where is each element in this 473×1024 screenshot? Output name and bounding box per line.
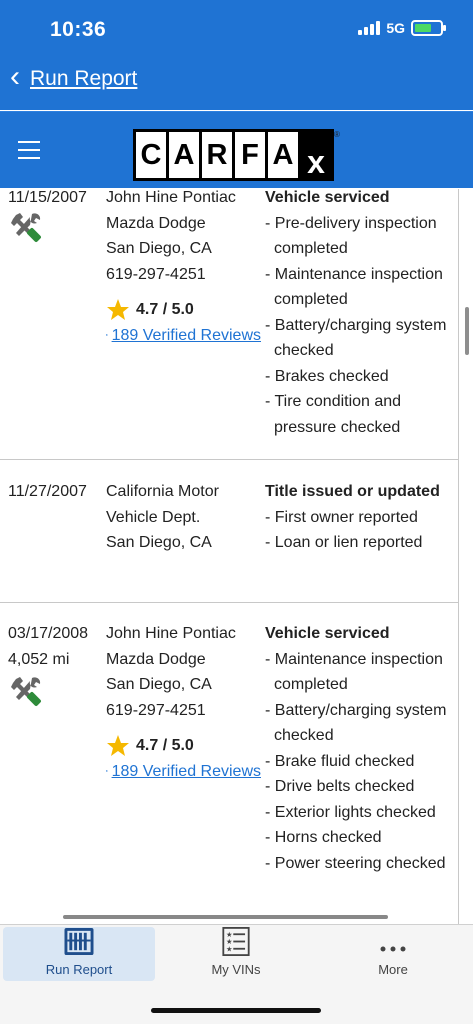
logo-letter: x (301, 132, 331, 178)
mileage: 4,052 mi (8, 650, 70, 668)
comment-item: - Battery/charging system checked (265, 701, 447, 745)
tab-label: Run Report (45, 962, 113, 977)
column-rule (458, 189, 459, 924)
registered-mark: ® (334, 130, 340, 139)
source-line: John Hine Pontiac (106, 625, 236, 642)
rating-value: 4.7 / 5.0 (136, 301, 194, 318)
comment-list: - Maintenance inspection completed - Bat… (265, 647, 455, 877)
source-line: Mazda Dodge (106, 214, 206, 232)
comment-item: - Exterior lights checked (265, 803, 436, 821)
comment-item: - Brake fluid checked (265, 752, 415, 770)
record-divider (0, 602, 458, 603)
comment-item: - Horns checked (265, 829, 382, 846)
tab-my-vins[interactable]: ★ ★ ★ My VINs (160, 927, 312, 981)
rating-value: 4.7 / 5.0 (136, 737, 194, 754)
comment-item: - First owner reported (265, 508, 418, 526)
logo-letter: F (235, 132, 265, 178)
verified-reviews-link[interactable]: 189 Verified Reviews (112, 323, 261, 349)
status-time: 10:36 (50, 18, 107, 41)
logo-letter: A (169, 132, 199, 178)
record-source: California Motor Vehicle Dept. San Diego… (106, 479, 261, 556)
source-line: San Diego, CA (106, 676, 212, 693)
back-label: Run Report (30, 67, 138, 90)
date-value: 03/17/2008 (8, 625, 89, 642)
record-source: John Hine Pontiac Mazda Dodge San Diego,… (106, 189, 261, 348)
record-comments: Vehicle serviced - Pre-delivery inspecti… (265, 189, 455, 440)
horizontal-scrollbar[interactable] (63, 915, 388, 919)
comment-title: Title issued or updated (265, 483, 440, 500)
battery-icon (411, 20, 446, 36)
record-date: 03/17/2008 4,052 mi (8, 621, 104, 672)
source-line: California Motor Vehicle Dept. (106, 483, 219, 526)
logo-letter: A (268, 132, 298, 178)
verified-shield-icon (106, 334, 108, 337)
more-icon (380, 946, 406, 952)
svg-text:★: ★ (226, 944, 233, 953)
phone-number[interactable]: 619-297-4251 (106, 262, 261, 288)
record-date: 11/27/2007 (8, 483, 87, 500)
comment-list: - First owner reported - Loan or lien re… (265, 505, 455, 556)
reviews-row: 189 Verified Reviews (106, 759, 261, 785)
comment-item: - Loan or lien reported (265, 534, 423, 551)
phone-number[interactable]: 619-297-4251 (106, 698, 261, 724)
list-icon: ★ ★ ★ (222, 927, 250, 956)
source-line: Mazda Dodge (106, 650, 206, 668)
record-date: 11/15/2007 (8, 189, 87, 206)
record-comments: Vehicle serviced - Maintenance inspectio… (265, 621, 455, 876)
source-line: San Diego, CA (106, 240, 212, 257)
logo-letter: C (136, 132, 166, 178)
top-header: 10:36 5G ‹ Run Report (0, 0, 473, 110)
chevron-left-icon: ‹ (10, 60, 20, 93)
back-button[interactable]: ‹ Run Report (10, 62, 138, 92)
carfax-logo: C A R F A x (133, 129, 334, 181)
source-line: John Hine Pontiac (106, 189, 236, 206)
status-indicators: 5G (358, 20, 446, 36)
service-tools-icon (11, 677, 41, 706)
tab-label: My VINs (211, 962, 261, 977)
menu-icon[interactable] (18, 141, 40, 159)
rating: 4.7 / 5.0 (106, 733, 261, 759)
signal-icon (358, 21, 381, 35)
history-list[interactable]: 11/15/2007 John Hine Pontiac Mazda Dodge… (0, 189, 473, 924)
vertical-scrollbar[interactable] (465, 307, 469, 355)
rating: 4.7 / 5.0 (106, 297, 261, 323)
record-comments: Title issued or updated - First owner re… (265, 479, 455, 556)
service-tools-icon (11, 213, 41, 242)
comment-item: - Battery/charging system checked (265, 316, 447, 360)
verified-shield-icon (106, 770, 108, 773)
comment-item: - Drive belts checked (265, 778, 415, 795)
logo-bar: C A R F A x ® (0, 111, 473, 188)
source-line: San Diego, CA (106, 534, 212, 551)
record-source: John Hine Pontiac Mazda Dodge San Diego,… (106, 621, 261, 784)
reviews-row: 189 Verified Reviews (106, 323, 261, 349)
tab-more[interactable]: More (317, 927, 469, 981)
logo-letter: R (202, 132, 232, 178)
tab-label: More (378, 962, 408, 977)
comment-list: - Pre-delivery inspection completed - Ma… (265, 211, 455, 441)
network-label: 5G (386, 20, 405, 36)
star-icon (107, 734, 129, 756)
comment-title: Vehicle serviced (265, 189, 390, 206)
home-indicator (151, 1008, 321, 1013)
comment-item: - Maintenance inspection completed (265, 265, 443, 309)
comment-item: - Pre-delivery inspection completed (265, 214, 437, 258)
verified-reviews-link[interactable]: 189 Verified Reviews (112, 759, 261, 785)
comment-item: - Tire condition and pressure checked (265, 393, 402, 436)
comment-item: - Brakes checked (265, 367, 389, 385)
comment-item: - Power steering checked (265, 854, 446, 872)
comment-title: Vehicle serviced (265, 625, 390, 642)
comment-item: - Maintenance inspection completed (265, 650, 443, 694)
record-divider (0, 459, 458, 460)
run-report-icon (64, 927, 94, 956)
tab-run-report[interactable]: Run Report (3, 927, 155, 981)
star-icon (107, 298, 129, 320)
